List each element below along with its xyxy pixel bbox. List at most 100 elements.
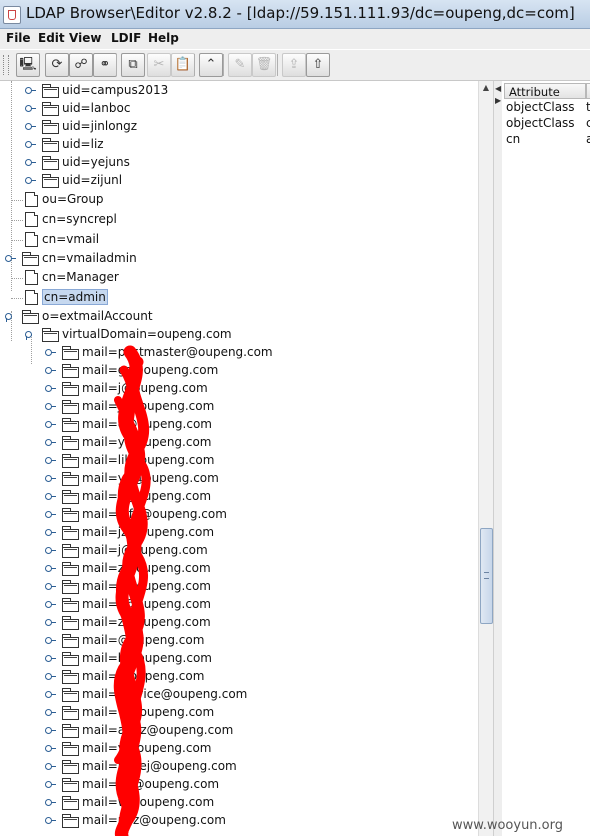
collapsed-node-handle-icon[interactable] [45, 455, 56, 465]
collapsed-node-handle-icon[interactable] [45, 563, 56, 573]
entry-label[interactable]: mail=j@oupeng.com [82, 381, 208, 395]
collapsed-node-handle-icon[interactable] [45, 725, 56, 735]
collapsed-node-handle-icon[interactable] [45, 707, 56, 717]
tree-row[interactable]: mail=angz@oupeng.com [0, 722, 478, 740]
collapsed-node-handle-icon[interactable] [25, 139, 36, 149]
copy-icon[interactable]: ⧉ [121, 53, 145, 77]
entry-label[interactable]: mail=postmaster@oupeng.com [82, 345, 273, 359]
binoculars-icon[interactable]: ⚭ [93, 53, 117, 77]
tree-row[interactable]: mail=b@oupeng.com [0, 650, 478, 668]
entry-label[interactable]: cn=syncrepl [42, 212, 117, 226]
refresh-icon[interactable]: ⟳ [45, 53, 69, 77]
tree-row[interactable]: mail=gx@oupeng.com [0, 776, 478, 794]
collapsed-node-handle-icon[interactable] [45, 437, 56, 447]
toolbar-grip[interactable] [3, 55, 9, 75]
export-icon[interactable]: ⇪ [282, 53, 306, 77]
tree-row[interactable]: o=extmailAccount [0, 308, 478, 326]
tree-row[interactable]: cn=Manager [0, 269, 478, 287]
tree-row[interactable]: mail=q@oupeng.com [0, 416, 478, 434]
tree-row[interactable]: mail=w@oupeng.com [0, 794, 478, 812]
collapsed-node-handle-icon[interactable] [25, 103, 36, 113]
collapsed-node-handle-icon[interactable] [45, 581, 56, 591]
tree-row[interactable]: mail=y@oupeng.com [0, 740, 478, 758]
monitor-icon[interactable]: 🖳 [16, 53, 40, 77]
collapsed-node-handle-icon[interactable] [45, 419, 56, 429]
directory-tree[interactable]: uid=campus2013 uid=lanboc uid=jinlongz uid=… [0, 81, 478, 836]
tree-row[interactable]: cn=vmailadmin [0, 250, 478, 268]
tree-row[interactable]: mail=@oupeng.com [0, 668, 478, 686]
expanded-node-handle-icon[interactable] [5, 311, 15, 322]
entry-label[interactable]: mail=z@oupeng.com [82, 615, 211, 629]
collapsed-node-handle-icon[interactable] [45, 617, 56, 627]
tree-row[interactable]: uid=zijunl [0, 172, 478, 190]
entry-label[interactable]: mail=j@oupeng.com [82, 543, 208, 557]
scrollbar-thumb[interactable] [480, 528, 493, 624]
entry-label[interactable]: mail=jz@oupeng.com [82, 525, 214, 539]
entry-label[interactable]: uid=lanboc [62, 101, 130, 115]
entry-label[interactable]: mail=ngz@oupeng.com [82, 813, 226, 827]
entry-label[interactable]: mail=w@oupeng.com [82, 795, 214, 809]
tree-row[interactable]: mail=w@oupeng.com [0, 704, 478, 722]
entry-label[interactable]: mail=li@oupeng.com [82, 489, 211, 503]
entry-label[interactable]: virtualDomain=oupeng.com [62, 327, 232, 341]
entry-label[interactable]: mail=ya@oupeng.com [82, 471, 219, 485]
entry-label[interactable]: uid=campus2013 [62, 83, 168, 97]
tree-row[interactable]: uid=yejuns [0, 154, 478, 172]
collapsed-node-handle-icon[interactable] [45, 527, 56, 537]
tree-row[interactable]: cn=vmail [0, 231, 478, 249]
entry-label[interactable]: uid=yejuns [62, 155, 130, 169]
collapsed-node-handle-icon[interactable] [45, 473, 56, 483]
collapsed-node-handle-icon[interactable] [45, 779, 56, 789]
scroll-up-arrow-icon[interactable]: ▲ [479, 81, 493, 95]
tree-row[interactable]: mail=service@oupeng.com [0, 686, 478, 704]
expanded-node-handle-icon[interactable] [25, 329, 35, 340]
collapsed-node-handle-icon[interactable] [25, 85, 36, 95]
entry-label[interactable]: cn=vmail [42, 232, 99, 246]
collapsed-node-handle-icon[interactable] [45, 653, 56, 663]
collapsed-node-handle-icon[interactable] [45, 689, 56, 699]
entry-label[interactable]: mail=z@oupeng.com [82, 561, 211, 575]
tree-row[interactable]: uid=campus2013 [0, 82, 478, 100]
collapsed-node-handle-icon[interactable] [45, 635, 56, 645]
menu-help[interactable]: Help [148, 31, 179, 45]
menu-file[interactable]: File [6, 31, 31, 45]
entry-label[interactable]: mail=info@oupeng.com [82, 507, 227, 521]
entry-label[interactable]: mail=service@oupeng.com [82, 687, 247, 701]
attribute-value-cell[interactable]: c [586, 116, 590, 130]
entry-label[interactable]: mail=c@oupeng.com [82, 579, 211, 593]
menu-view[interactable]: View [69, 31, 101, 45]
collapsed-node-handle-icon[interactable] [5, 253, 16, 263]
collapsed-node-handle-icon[interactable] [45, 743, 56, 753]
tree-row[interactable]: mail=li@oupeng.com [0, 488, 478, 506]
tree-row[interactable]: mail=hajiej@oupeng.com [0, 758, 478, 776]
entry-label[interactable]: ou=Group [42, 192, 104, 206]
entry-label[interactable]: cn=Manager [42, 270, 119, 284]
entry-label[interactable]: cn=vmailadmin [42, 251, 137, 265]
tree-row[interactable]: mail=lil@oupeng.com [0, 452, 478, 470]
entry-label[interactable]: mail=y@oupeng.com [82, 435, 211, 449]
menu-edit[interactable]: Edit [38, 31, 65, 45]
tree-row[interactable]: mail=z@oupeng.com [0, 560, 478, 578]
attribute-value-cell[interactable]: a [586, 132, 590, 146]
collapsed-node-handle-icon[interactable] [45, 797, 56, 807]
entry-label[interactable]: uid=zijunl [62, 173, 122, 187]
collapsed-node-handle-icon[interactable] [45, 671, 56, 681]
cut-icon[interactable]: ✂ [147, 53, 171, 77]
delete-icon[interactable]: 🗑 [252, 53, 276, 77]
tree-row[interactable]: mail=jz@oupeng.com [0, 524, 478, 542]
entry-label[interactable]: mail=b@oupeng.com [82, 651, 212, 665]
column-header-attribute[interactable]: Attribute [504, 83, 586, 99]
collapse-right-arrow-icon[interactable]: ▶ [495, 96, 501, 105]
tree-row[interactable]: uid=liz [0, 136, 478, 154]
collapsed-node-handle-icon[interactable] [45, 599, 56, 609]
entry-label[interactable]: uid=jinlongz [62, 119, 137, 133]
tree-row[interactable]: mail=j@oupeng.com [0, 380, 478, 398]
tree-row[interactable]: mail=gz@oupeng.com [0, 362, 478, 380]
attribute-name-cell[interactable]: objectClass [506, 100, 575, 114]
entry-label[interactable]: mail=w@oupeng.com [82, 705, 214, 719]
collapse-left-arrow-icon[interactable]: ◀ [495, 84, 501, 93]
tree-row[interactable]: mail=j@oupeng.com [0, 542, 478, 560]
tree-row[interactable]: mail=ya@oupeng.com [0, 470, 478, 488]
attribute-value-cell[interactable]: t [586, 100, 590, 114]
up-arrow-icon[interactable]: ⌃ [199, 53, 223, 77]
